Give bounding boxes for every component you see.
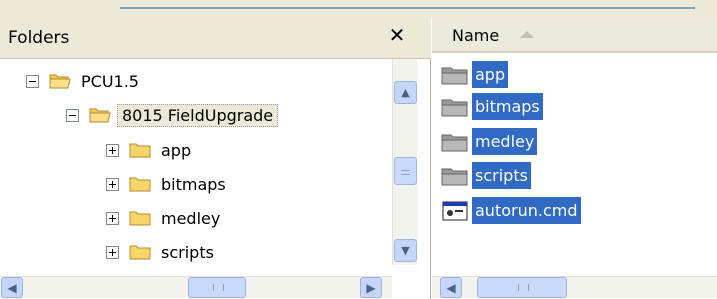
folders-header: Folders ✕ (0, 17, 431, 59)
file-item-bitmaps[interactable]: bitmaps (440, 93, 543, 120)
expand-icon[interactable] (106, 211, 119, 225)
arrow-down-icon: ▼ (401, 244, 410, 257)
folder-icon (440, 131, 470, 153)
folder-icon (129, 243, 151, 261)
arrow-up-icon: ▲ (401, 86, 410, 99)
folder-icon (129, 141, 151, 159)
folder-icon (440, 96, 470, 118)
files-list-header[interactable]: Name (432, 17, 717, 53)
tree-node-fieldupgrade[interactable]: 8015 FieldUpgrade (66, 101, 279, 129)
folder-icon (129, 209, 151, 227)
tree-node-label: 8015 FieldUpgrade (117, 103, 279, 127)
folder-tree: PCU1.5 8015 FieldUpgrade app bitmaps med… (0, 59, 392, 265)
files-pane: Name app bitmaps medley scripts autorun.… (432, 17, 717, 299)
vertical-scroll-thumb[interactable] (394, 157, 417, 185)
scroll-down-button[interactable]: ▼ (394, 239, 417, 262)
folders-pane: Folders ✕ PCU1.5 8015 FieldUpgrade app b… (0, 17, 431, 299)
folder-icon (440, 165, 470, 187)
close-folders-button[interactable]: ✕ (385, 23, 409, 47)
file-item-label: autorun.cmd (472, 197, 581, 224)
tree-node-label: bitmaps (161, 174, 226, 194)
open-folder-icon (49, 72, 71, 90)
horizontal-scroll-thumb[interactable] (188, 277, 246, 298)
file-item-app[interactable]: app (440, 61, 509, 88)
tree-vertical-scrollbar[interactable]: ▲ ▼ (392, 59, 417, 265)
explorer-window: Folders ✕ PCU1.5 8015 FieldUpgrade app b… (0, 0, 717, 299)
top-toolbar-strip (0, 0, 717, 17)
tree-node-label: scripts (161, 242, 214, 262)
scroll-right-button[interactable]: ▶ (360, 277, 382, 298)
scroll-left-button[interactable]: ◀ (440, 277, 462, 298)
file-item-medley[interactable]: medley (440, 128, 538, 155)
file-item-label: bitmaps (472, 93, 543, 120)
tree-node-label: PCU1.5 (81, 71, 139, 91)
file-item-label: app (472, 61, 509, 88)
close-icon: ✕ (388, 23, 406, 47)
expand-icon[interactable] (106, 177, 119, 191)
folders-title: Folders (8, 28, 70, 48)
collapse-icon[interactable] (26, 74, 39, 88)
tree-node-scripts[interactable]: scripts (106, 238, 218, 265)
scroll-up-button[interactable]: ▲ (394, 81, 417, 104)
file-item-scripts[interactable]: scripts (440, 162, 531, 189)
expand-icon[interactable] (106, 245, 119, 259)
sort-ascending-icon (520, 31, 534, 38)
files-horizontal-scrollbar[interactable]: ◀ (432, 276, 717, 298)
file-item-label: scripts (472, 162, 531, 189)
expand-icon[interactable] (106, 143, 119, 157)
toolbar-divider (120, 7, 695, 9)
column-header-name[interactable]: Name (452, 26, 499, 45)
arrow-right-icon: ▶ (366, 280, 376, 295)
file-item-label: medley (472, 128, 538, 155)
tree-node-app[interactable]: app (106, 136, 195, 164)
tree-node-bitmaps[interactable]: bitmaps (106, 170, 230, 198)
scroll-left-button[interactable]: ◀ (1, 277, 23, 298)
tree-node-pcu[interactable]: PCU1.5 (26, 67, 143, 95)
arrow-left-icon: ◀ (7, 280, 17, 295)
horizontal-scroll-thumb[interactable] (477, 277, 567, 298)
folder-icon (440, 64, 470, 86)
file-item-autorun[interactable]: autorun.cmd (440, 197, 581, 224)
open-folder-icon (89, 106, 111, 124)
folder-icon (129, 175, 151, 193)
cmd-file-icon (440, 200, 470, 222)
tree-node-label: app (161, 140, 192, 160)
collapse-icon[interactable] (66, 108, 79, 122)
tree-node-medley[interactable]: medley (106, 204, 224, 232)
tree-horizontal-scrollbar[interactable]: ◀ ▶ (0, 276, 392, 298)
tree-node-label: medley (161, 208, 221, 228)
arrow-left-icon: ◀ (446, 280, 456, 295)
